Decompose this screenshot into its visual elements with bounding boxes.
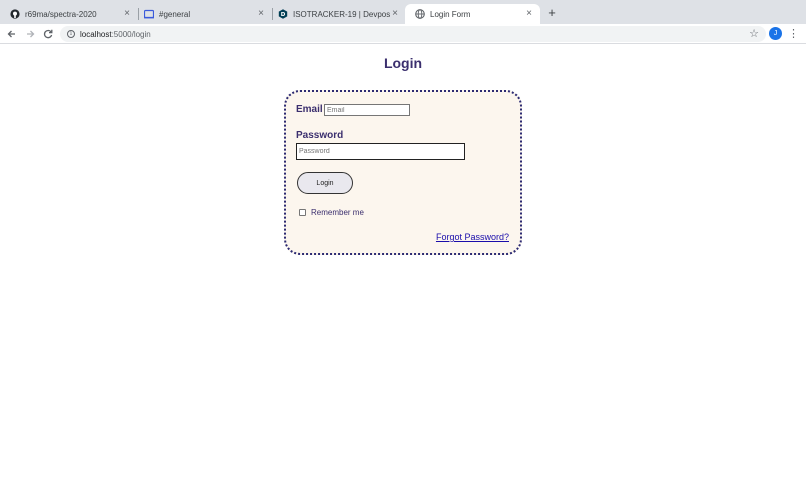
close-icon[interactable]: × [524,9,534,19]
email-label: Email [296,104,323,115]
login-button[interactable]: Login [297,172,353,194]
info-icon[interactable]: i [67,30,75,38]
back-button[interactable] [4,26,20,42]
tab-title: Login Form [430,9,471,19]
github-icon [10,9,20,19]
tab-title: ISOTRACKER-19 | Devpost [293,9,390,19]
tab-login-form[interactable]: Login Form × [405,4,540,24]
globe-icon [415,9,425,19]
tab-title: #general [159,9,191,19]
devpost-icon: D [278,9,288,19]
forward-button[interactable] [22,26,38,42]
password-label: Password [296,130,344,141]
email-field[interactable] [324,104,410,116]
url-path: :5000/login [111,29,151,39]
address-bar[interactable]: i localhost:5000/login [60,26,766,42]
close-icon[interactable]: × [122,9,132,19]
remember-me-label[interactable]: Remember me [311,208,364,217]
new-tab-button[interactable]: + [545,6,559,20]
svg-text:D: D [281,12,286,18]
forgot-password-link[interactable]: Forgot Password? [436,232,509,242]
arrow-right-icon [27,30,35,38]
reload-button[interactable] [40,26,56,42]
reload-icon [43,29,53,39]
password-field[interactable] [296,143,465,160]
arrow-left-icon [7,30,15,38]
url-host: localhost [80,29,112,39]
bookmark-star-icon[interactable]: ☆ [747,26,761,42]
remember-me-checkbox[interactable] [299,209,306,216]
tab-title: r69ma/spectra-2020 [25,9,97,19]
tab-general[interactable]: #general × [134,4,272,24]
browser-toolbar: i localhost:5000/login ☆ J ⋮ [0,24,806,44]
slack-icon [144,9,154,19]
profile-avatar[interactable]: J [769,27,782,40]
tab-github[interactable]: r69ma/spectra-2020 × [0,4,138,24]
page-title: Login [383,55,423,71]
tab-strip: r69ma/spectra-2020 × #general × D ISOTRA… [0,0,806,24]
close-icon[interactable]: × [390,9,400,19]
close-icon[interactable]: × [256,9,266,19]
menu-dots-icon[interactable]: ⋮ [788,26,799,42]
tab-devpost[interactable]: D ISOTRACKER-19 | Devpost × [268,4,406,24]
login-card: Email Password Login Remember me Forgot … [284,90,522,255]
page-content: Login Email Password Login Remember me F… [0,45,806,504]
